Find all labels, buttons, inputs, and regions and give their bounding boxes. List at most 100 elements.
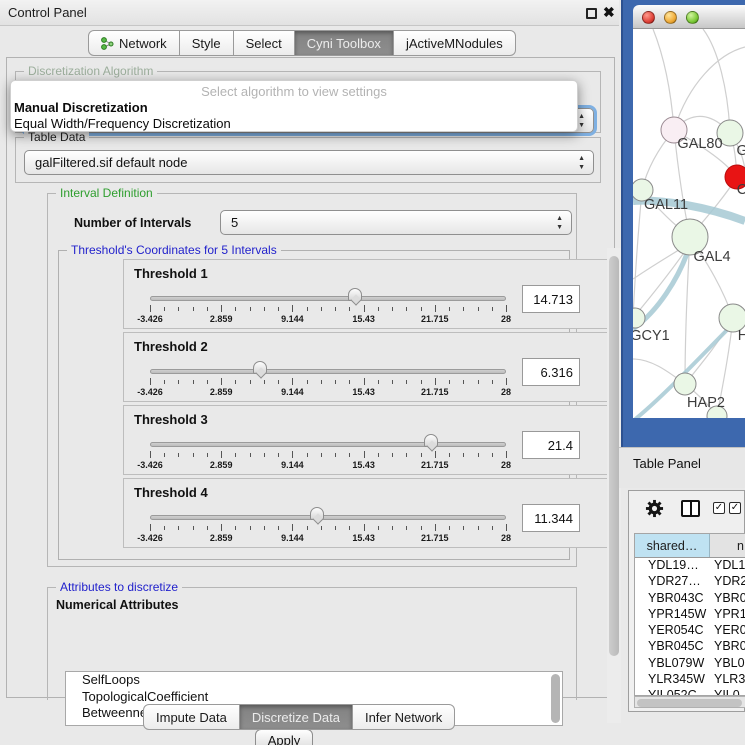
num-intervals-combo[interactable]: 5 ▲▼ (220, 210, 572, 235)
tick-mark (264, 453, 265, 457)
slider-handle[interactable] (310, 507, 324, 520)
cell-name[interactable]: YLR3 (710, 672, 745, 688)
tick-mark (492, 307, 493, 311)
tick-mark (307, 453, 308, 457)
cell-shared-name[interactable]: YBL079W (635, 656, 710, 672)
popup-item-manual-discretization[interactable]: Manual Discretization (11, 99, 577, 115)
close-icon[interactable]: ✖ (603, 4, 615, 21)
cell-shared-name[interactable]: YLR345W (635, 672, 710, 688)
table-row[interactable]: YPR145WYPR1 (635, 607, 745, 623)
column-header-shared-name[interactable]: shared… (635, 534, 710, 557)
column-header-name[interactable]: n (710, 534, 745, 557)
close-traffic-light[interactable] (642, 11, 655, 24)
table-hscrollbar-thumb[interactable] (637, 699, 742, 707)
list-scrollbar[interactable] (551, 674, 560, 723)
tab-style[interactable]: Style (180, 30, 234, 56)
cell-name[interactable]: YDL1 (710, 558, 745, 574)
bottom-tab-bar: Impute Data Discretize Data Infer Networ… (143, 704, 455, 730)
cell-shared-name[interactable]: YER054C (635, 623, 710, 639)
tick-mark (164, 307, 165, 311)
table-row[interactable]: YER054CYER0 (635, 623, 745, 639)
tab-impute-data[interactable]: Impute Data (143, 704, 240, 730)
float-window-icon[interactable] (586, 8, 597, 19)
table-row[interactable]: YLR345WYLR3 (635, 672, 745, 688)
tick-mark (421, 307, 422, 311)
gear-icon[interactable] (645, 499, 664, 518)
tab-cyni-toolbox[interactable]: Cyni Toolbox (295, 30, 394, 56)
slider-track[interactable] (150, 442, 506, 447)
network-icon (101, 37, 114, 50)
cell-shared-name[interactable]: YBR043C (635, 591, 710, 607)
zoom-traffic-light[interactable] (686, 11, 699, 24)
table-row[interactable]: YDL19…YDL1 (635, 558, 745, 574)
slider-track[interactable] (150, 296, 506, 301)
checkbox-icon[interactable]: ✓ (729, 502, 741, 514)
cell-shared-name[interactable]: YDL19… (635, 558, 710, 574)
threshold-value-field[interactable]: 6.316 (522, 358, 580, 386)
threshold-value-field[interactable]: 14.713 (522, 285, 580, 313)
table-data-combo[interactable]: galFiltered.sif default node ▲▼ (24, 150, 594, 175)
tab-discretize-data[interactable]: Discretize Data (240, 704, 353, 730)
slider-track[interactable] (150, 515, 506, 520)
table-row[interactable]: YBR043CYBR0 (635, 591, 745, 607)
tick-mark (264, 380, 265, 384)
table-row[interactable]: YIL052CYIL0 (635, 688, 745, 696)
table-row[interactable]: YDR27…YDR2 (635, 574, 745, 590)
interval-definition-group: Interval Definition Number of Intervals … (47, 193, 577, 567)
tick-mark (178, 307, 179, 311)
tick-mark (207, 380, 208, 384)
tick-mark (307, 526, 308, 530)
panel-scrollbar-thumb[interactable] (609, 256, 619, 656)
slider-handle[interactable] (424, 434, 438, 447)
network-window-titlebar[interactable] (633, 5, 745, 29)
tab-infer-network[interactable]: Infer Network (353, 704, 455, 730)
cell-shared-name[interactable]: YDR27… (635, 574, 710, 590)
cell-shared-name[interactable]: YIL052C (635, 688, 710, 696)
tab-jactivemnodules[interactable]: jActiveMNodules (394, 30, 516, 56)
tick-mark (492, 453, 493, 457)
slider-track[interactable] (150, 369, 506, 374)
node-label: C (737, 182, 745, 198)
columns-icon[interactable] (681, 500, 700, 517)
tab-label: Infer Network (365, 710, 442, 725)
network-node[interactable] (674, 373, 696, 395)
network-canvas[interactable]: GAL80GACGAL11GAL4GCY1HHAP2 (633, 29, 745, 418)
tick-label: 2.859 (210, 460, 233, 470)
cell-name[interactable]: YBL0 (710, 656, 745, 672)
cell-shared-name[interactable]: YPR145W (635, 607, 710, 623)
table-hscrollbar[interactable] (634, 696, 745, 708)
tick-mark (506, 451, 507, 458)
cell-name[interactable]: YDR2 (710, 574, 745, 590)
cell-name[interactable]: YBR0 (710, 639, 745, 655)
tick-mark (478, 307, 479, 311)
popup-item-equal-width[interactable]: Equal Width/Frequency Discretization (11, 115, 577, 131)
tab-network[interactable]: Network (88, 30, 180, 56)
tick-mark (221, 305, 222, 312)
tick-mark (435, 305, 436, 312)
cell-name[interactable]: YBR0 (710, 591, 745, 607)
threshold-value-field[interactable]: 21.4 (522, 431, 580, 459)
cell-name[interactable]: YIL0 (710, 688, 745, 696)
tick-mark (506, 305, 507, 312)
network-node[interactable] (633, 308, 645, 328)
threshold-value-field[interactable]: 11.344 (522, 504, 580, 532)
tick-mark (278, 307, 279, 311)
attribute-list-item[interactable]: SelfLoops (66, 672, 562, 689)
tick-mark (506, 524, 507, 531)
cell-name[interactable]: YPR1 (710, 607, 745, 623)
checkbox-icon[interactable]: ✓ (713, 502, 725, 514)
table-row[interactable]: YBL079WYBL0 (635, 656, 745, 672)
attribute-list-item[interactable]: TopologicalCoefficient (66, 689, 562, 706)
cell-name[interactable]: YER0 (710, 623, 745, 639)
table-row[interactable]: YBR045CYBR0 (635, 639, 745, 655)
thresholds-group: Threshold's Coordinates for 5 Intervals … (58, 250, 570, 560)
tab-select[interactable]: Select (234, 30, 295, 56)
tick-label: -3.426 (137, 387, 163, 397)
slider-handle[interactable] (348, 288, 362, 301)
tick-mark (364, 305, 365, 312)
slider-handle[interactable] (253, 361, 267, 374)
minimize-traffic-light[interactable] (664, 11, 677, 24)
cell-shared-name[interactable]: YBR045C (635, 639, 710, 655)
apply-button[interactable]: Apply (255, 729, 313, 745)
table-panel-titlebar: Table Panel (619, 447, 745, 488)
